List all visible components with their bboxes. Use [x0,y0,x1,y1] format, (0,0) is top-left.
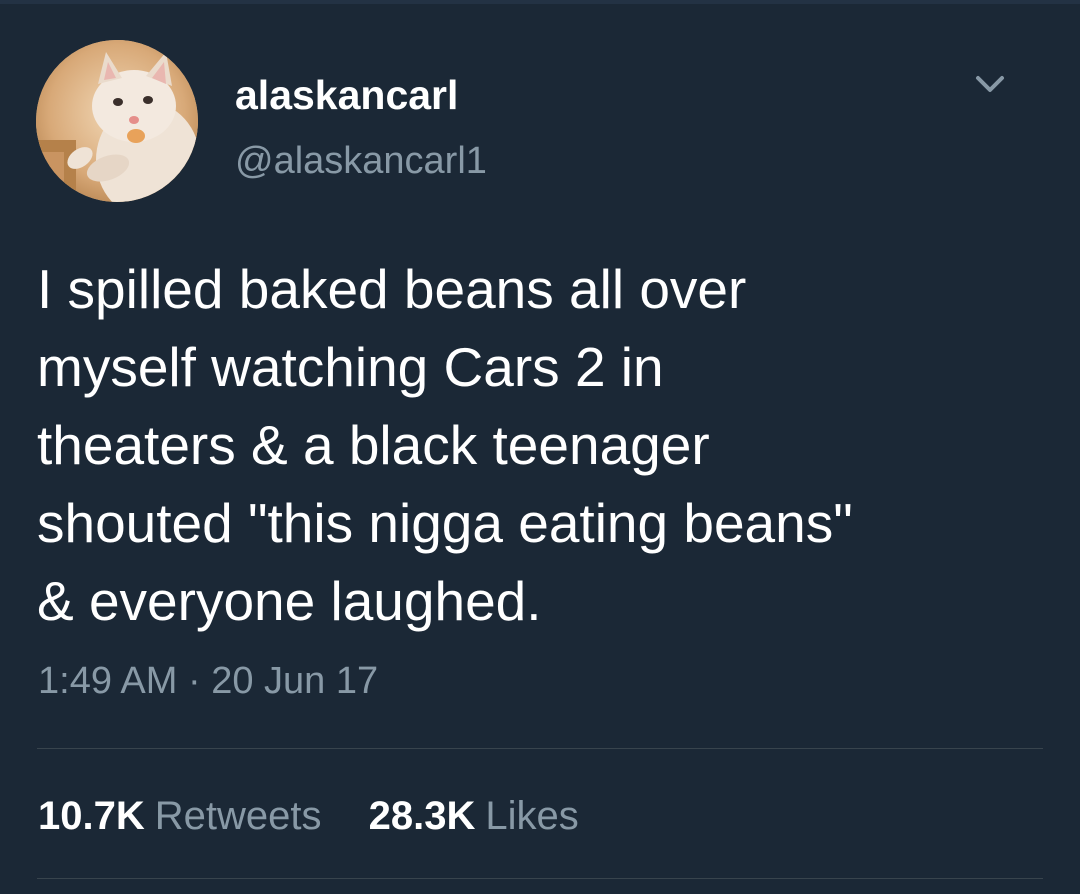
avatar[interactable] [36,40,198,202]
divider [37,878,1043,879]
user-handle[interactable]: @alaskancarl1 [235,140,487,183]
chevron-down-icon[interactable] [970,70,1010,100]
avatar-cat-image [36,40,198,202]
tweet-timestamp[interactable]: 1:49 AM · 20 Jun 17 [38,660,378,703]
retweets-label: Retweets [154,794,322,838]
divider [37,748,1043,749]
display-name[interactable]: alaskancarl [235,72,458,119]
likes-count: 28.3K [368,794,476,838]
tweet-card: alaskancarl @alaskancarl1 I spilled bake… [0,0,1080,894]
likes-stat[interactable]: 28.3K Likes [369,794,579,839]
retweets-stat[interactable]: 10.7K Retweets [38,794,322,839]
tweet-stats: 10.7K Retweets 28.3K Likes [38,794,615,839]
tweet-text: I spilled baked beans all over myself wa… [37,258,853,632]
retweets-count: 10.7K [38,794,145,838]
likes-label: Likes [485,794,579,838]
